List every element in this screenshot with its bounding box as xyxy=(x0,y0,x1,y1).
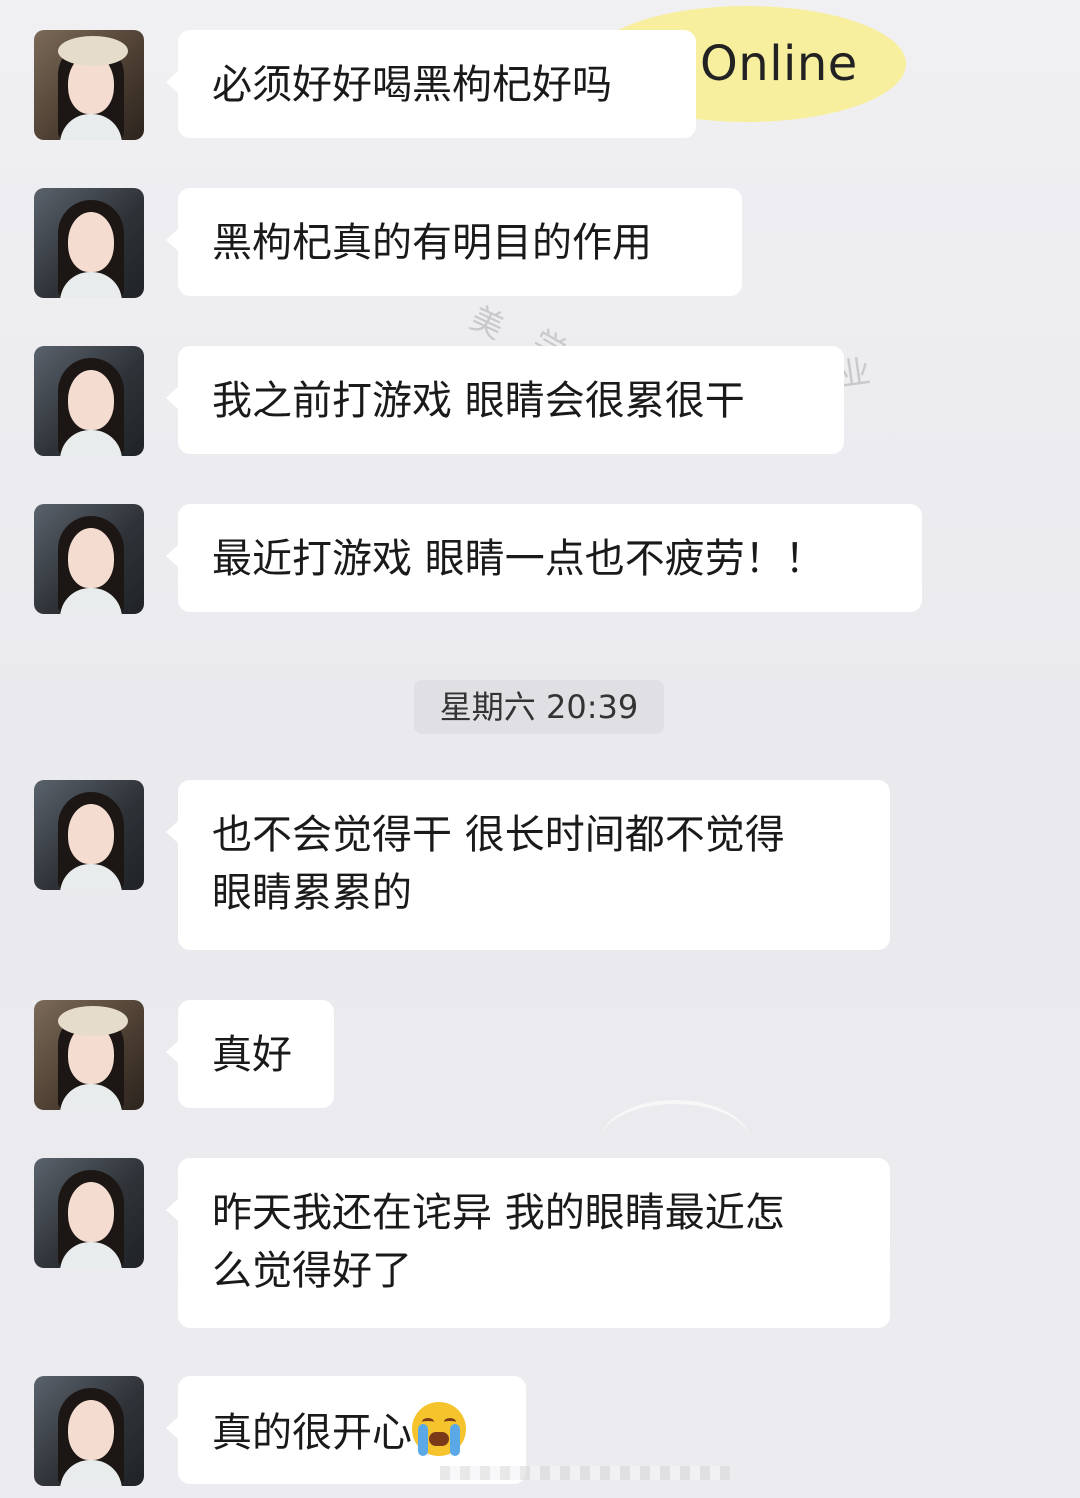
message-bubble[interactable]: 也不会觉得干 很长时间都不觉得 眼睛累累的 xyxy=(166,780,890,950)
message-text-line: 昨天我还在诧异 我的眼睛最近怎 xyxy=(212,1190,785,1236)
message-text-line: 眼睛累累的 xyxy=(212,870,412,916)
message-text-line: 么觉得好了 xyxy=(212,1248,412,1294)
avatar[interactable] xyxy=(34,780,144,890)
avatar[interactable] xyxy=(34,188,144,298)
cropped-input-edge xyxy=(440,1466,730,1480)
online-status-label: Online xyxy=(700,36,858,92)
timestamp-divider: 星期六 20:39 xyxy=(414,680,664,734)
message-text: 真的很开心 xyxy=(212,1410,412,1456)
message-bubble[interactable]: 昨天我还在诧异 我的眼睛最近怎 么觉得好了 xyxy=(166,1158,890,1328)
message-text: 最近打游戏 眼睛一点也不疲劳！！ xyxy=(212,536,825,582)
avatar[interactable] xyxy=(34,1376,144,1486)
loudly-crying-face-icon xyxy=(412,1402,466,1456)
message-bubble[interactable]: 必须好好喝黑枸杞好吗 xyxy=(166,30,696,138)
avatar[interactable] xyxy=(34,30,144,140)
message-text: 黑枸杞真的有明目的作用 xyxy=(212,220,652,266)
message-bubble[interactable]: 真好 xyxy=(166,1000,334,1108)
message-bubble[interactable]: 黑枸杞真的有明目的作用 xyxy=(166,188,742,296)
message-bubble[interactable]: 最近打游戏 眼睛一点也不疲劳！！ xyxy=(166,504,922,612)
message-bubble[interactable]: 我之前打游戏 眼睛会很累很干 xyxy=(166,346,844,454)
message-text: 必须好好喝黑枸杞好吗 xyxy=(212,62,612,108)
avatar[interactable] xyxy=(34,1000,144,1110)
avatar[interactable] xyxy=(34,346,144,456)
message-text: 真好 xyxy=(212,1032,292,1078)
avatar[interactable] xyxy=(34,504,144,614)
avatar[interactable] xyxy=(34,1158,144,1268)
message-text: 我之前打游戏 眼睛会很累很干 xyxy=(212,378,745,424)
message-text-line: 也不会觉得干 很长时间都不觉得 xyxy=(212,812,785,858)
